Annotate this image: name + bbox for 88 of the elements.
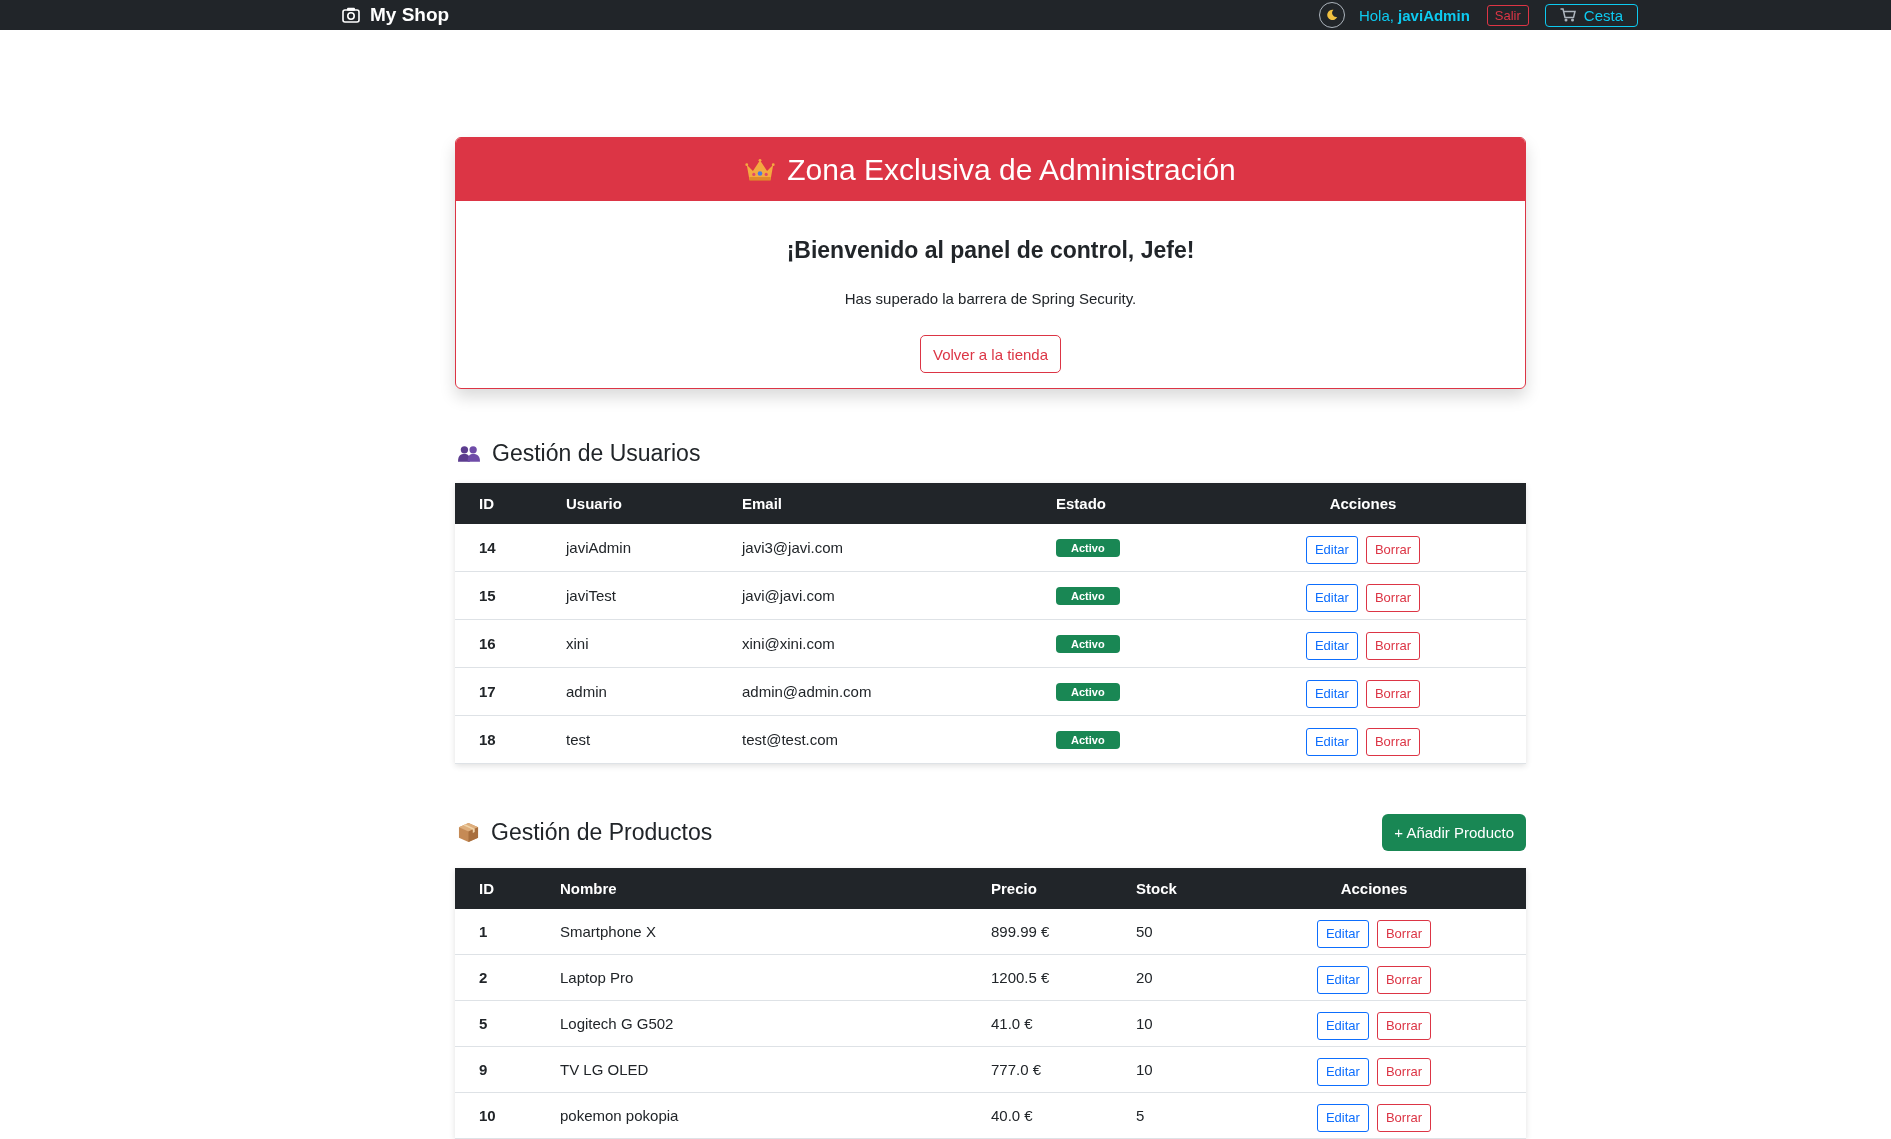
status-badge: Activo <box>1056 538 1120 557</box>
section-title: Gestión de Usuarios <box>492 439 701 468</box>
table-cell-text: 10 <box>1135 1061 1154 1078</box>
back-to-shop-button[interactable]: Volver a la tienda <box>919 335 1062 373</box>
table-cell-text: 18 <box>478 731 497 748</box>
table-cell-text: 777.0 € <box>990 1061 1043 1078</box>
table-cell-text: javiAdmin <box>564 539 633 556</box>
table-cell-text: 9 <box>478 1061 489 1078</box>
logout-button[interactable]: Salir <box>1486 4 1529 26</box>
theme-toggle-button[interactable] <box>1318 2 1345 28</box>
cart-icon <box>1559 8 1576 22</box>
delete-button[interactable]: Borrar <box>1376 965 1432 994</box>
table-cell-text: 2 <box>478 969 489 986</box>
welcome-heading: ¡Bienvenido al panel de control, Jefe! <box>786 236 1195 265</box>
delete-button[interactable]: Borrar <box>1365 631 1421 660</box>
status-badge: Activo <box>1056 634 1120 653</box>
table-cell-text: test <box>565 731 592 748</box>
table-cell-text: 1200.5 € <box>990 969 1051 986</box>
welcome-message: Has superado la barrera de Spring Security. <box>844 289 1137 309</box>
table-cell-text: Logitech G G502 <box>559 1015 675 1032</box>
edit-button[interactable]: Editar <box>1316 965 1369 994</box>
delete-button[interactable]: Borrar <box>1365 679 1421 708</box>
edit-button[interactable]: Editar <box>1305 535 1358 564</box>
table-cell-text: 5 <box>1135 1107 1146 1124</box>
table-cell-text: pokemon pokopia <box>559 1107 680 1124</box>
box-icon <box>458 822 479 843</box>
table-cell-text: javi@javi.com <box>740 587 836 604</box>
edit-button[interactable]: Editar <box>1305 727 1358 756</box>
table-cell-text: 10 <box>1135 1015 1154 1032</box>
table-cell-text: 10 <box>478 1107 497 1124</box>
table-cell-text: 50 <box>1135 923 1154 940</box>
edit-button[interactable]: Editar <box>1316 919 1369 948</box>
table-cell-text: 15 <box>478 587 497 604</box>
delete-button[interactable]: Borrar <box>1376 919 1432 948</box>
table-cell-text: admin@admin.com <box>741 683 873 700</box>
table-cell-text: 40.0 € <box>990 1107 1034 1124</box>
status-badge: Activo <box>1056 682 1120 701</box>
edit-button[interactable]: Editar <box>1305 631 1358 660</box>
table-cell-text: TV LG OLED <box>559 1061 650 1078</box>
column-header: Email <box>741 495 784 512</box>
table-cell-text: 41.0 € <box>990 1015 1034 1032</box>
table-cell-text: 899.99 € <box>990 923 1051 940</box>
crown-icon <box>745 156 776 183</box>
column-header: ID <box>478 495 495 512</box>
edit-button[interactable]: Editar <box>1305 583 1358 612</box>
column-header: Nombre <box>559 880 618 897</box>
edit-button[interactable]: Editar <box>1316 1011 1369 1040</box>
add-product-button[interactable]: + Añadir Producto <box>1382 814 1526 851</box>
delete-button[interactable]: Borrar <box>1365 583 1421 612</box>
edit-button[interactable]: Editar <box>1316 1057 1369 1086</box>
table-cell-text: javiTest <box>564 587 618 604</box>
column-header: ID <box>478 880 495 897</box>
column-header: Acciones <box>1339 880 1409 897</box>
table-cell-text: admin <box>565 683 608 700</box>
column-header: Precio <box>990 880 1038 897</box>
table-cell-text: xini <box>565 635 590 652</box>
moon-icon <box>1325 9 1338 21</box>
table-cell-text: 14 <box>478 539 497 556</box>
table-cell-text: Laptop Pro <box>559 969 635 986</box>
table-cell-text: test@test.com <box>741 731 840 748</box>
status-badge: Activo <box>1056 730 1120 749</box>
delete-button[interactable]: Borrar <box>1376 1011 1432 1040</box>
edit-button[interactable]: Editar <box>1316 1103 1369 1132</box>
delete-button[interactable]: Borrar <box>1376 1103 1432 1132</box>
status-badge: Activo <box>1056 586 1120 605</box>
table-cell-text: 20 <box>1135 969 1154 986</box>
camera-icon <box>342 7 360 23</box>
cart-button[interactable]: Cesta <box>1544 3 1638 27</box>
table-cell-text: 16 <box>478 635 497 652</box>
column-header: Stock <box>1135 880 1178 897</box>
edit-button[interactable]: Editar <box>1305 679 1358 708</box>
column-header: Usuario <box>565 495 623 512</box>
delete-button[interactable]: Borrar <box>1365 727 1421 756</box>
section-title: Gestión de Productos <box>491 818 713 847</box>
greeting-text: Hola, javiAdmin <box>1358 6 1470 24</box>
table-cell-text: 5 <box>478 1015 489 1032</box>
table-cell-text: 17 <box>478 683 497 700</box>
people-icon <box>458 444 480 463</box>
card-title: Zona Exclusiva de Administración <box>787 152 1236 187</box>
column-header: Estado <box>1055 495 1107 512</box>
table-cell-text: Smartphone X <box>559 923 657 940</box>
table-cell-text: xini@xini.com <box>741 635 836 652</box>
column-header: Acciones <box>1328 495 1398 512</box>
nav-brand[interactable]: My Shop <box>370 4 450 26</box>
table-cell-text: 1 <box>478 923 489 940</box>
table-cell-text: javi3@javi.com <box>740 539 845 556</box>
delete-button[interactable]: Borrar <box>1365 535 1421 564</box>
delete-button[interactable]: Borrar <box>1376 1057 1432 1086</box>
